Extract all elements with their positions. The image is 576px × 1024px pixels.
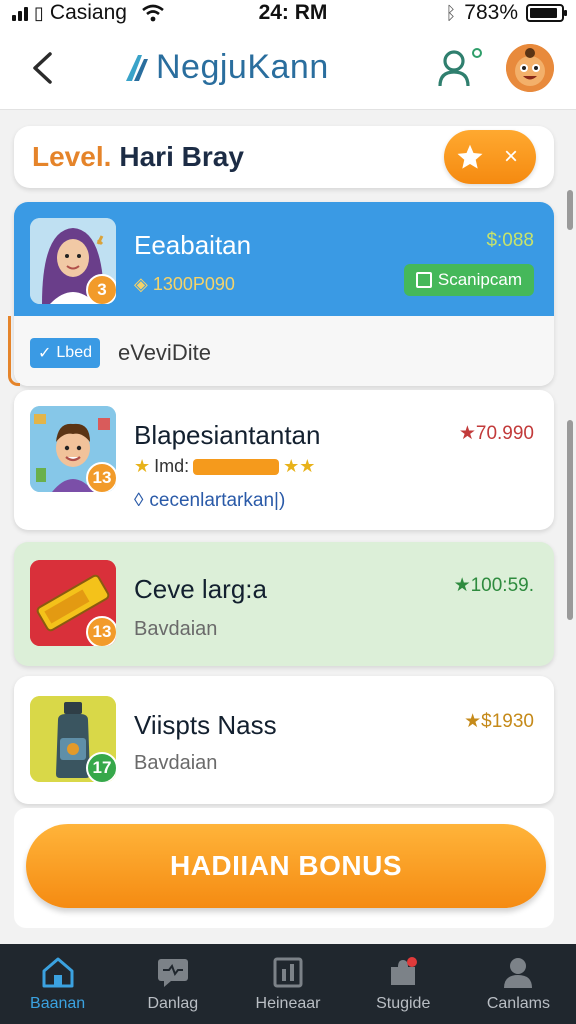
avatar-face-icon bbox=[506, 43, 554, 92]
card-subtitle: Bavdaian bbox=[134, 618, 218, 640]
app-header: NegjuKann bbox=[0, 26, 576, 110]
points-value: ◈ 1300P090 bbox=[134, 274, 235, 295]
points-text: 1300P090 bbox=[152, 274, 235, 294]
level-badge: 13 bbox=[86, 462, 116, 492]
header-actions bbox=[436, 43, 554, 92]
level-name: Hari Bray bbox=[119, 141, 244, 172]
scrollbar-thumb[interactable] bbox=[567, 420, 573, 620]
card-thumbnail: 13 bbox=[30, 406, 116, 492]
card-title: Eeabaitan bbox=[134, 230, 252, 260]
card-link[interactable]: ◊ cecenlartarkan|) bbox=[134, 490, 285, 512]
back-button[interactable] bbox=[22, 48, 62, 88]
featured-footer: ✓ Lbed eVeviDite bbox=[14, 316, 554, 386]
logo-mark-icon bbox=[126, 54, 148, 81]
reward-card-featured[interactable]: 3 Eeabaitan $:088 ◈ 1300P090 Scanipcam ✓… bbox=[14, 202, 554, 386]
chat-icon bbox=[157, 959, 188, 987]
chevron-left-icon bbox=[33, 51, 52, 84]
card-thumbnail: 17 bbox=[30, 696, 116, 782]
nav-label: Stugide bbox=[376, 995, 431, 1012]
nav-label: Canlams bbox=[486, 995, 550, 1012]
level-banner: Level. Hari Bray × bbox=[14, 126, 554, 188]
reward-card[interactable]: 17 Viispts Nass ★$1930 Bavdaian bbox=[14, 676, 554, 804]
chip-label: Lbed bbox=[56, 344, 92, 361]
star-icon: ★★ bbox=[283, 456, 316, 476]
nav-label: Danlag bbox=[147, 995, 199, 1012]
online-indicator bbox=[472, 47, 482, 58]
diamond-icon: ◊ bbox=[134, 490, 144, 511]
check-icon: ✓ bbox=[38, 345, 52, 362]
bracket-accent bbox=[8, 316, 20, 386]
scan-button[interactable]: Scanipcam bbox=[403, 264, 534, 296]
signal-icon bbox=[12, 5, 28, 21]
profile-icon bbox=[504, 958, 533, 988]
status-bar: ▯ Casiang 24: RM ᛒ 783% bbox=[0, 0, 576, 26]
card-price: ★100:59. bbox=[453, 575, 534, 596]
nav-item-report[interactable]: Heineaar bbox=[230, 944, 345, 1024]
card-price: ★70.990 bbox=[458, 423, 534, 444]
chart-icon bbox=[273, 957, 303, 988]
wifi-icon bbox=[142, 4, 164, 22]
rating-bar bbox=[193, 458, 280, 475]
puzzle-icon bbox=[391, 957, 418, 985]
scan-icon bbox=[415, 272, 432, 288]
link-text: cecenlartarkan|) bbox=[149, 490, 286, 511]
bottom-nav: Baanan Danlag Heineaar Stugide Canlams bbox=[0, 944, 576, 1024]
star-icon bbox=[457, 144, 483, 169]
card-price: $:088 bbox=[486, 230, 534, 251]
star-icon: ★ bbox=[134, 456, 151, 476]
featured-header: 3 Eeabaitan $:088 ◈ 1300P090 Scanipcam bbox=[14, 202, 554, 316]
level-badge: 13 bbox=[86, 616, 116, 646]
nav-item-home[interactable]: Baanan bbox=[0, 944, 115, 1024]
rating-label: Imd: bbox=[154, 456, 190, 476]
app-name: NegjuKann bbox=[156, 48, 329, 86]
scrollbar[interactable] bbox=[567, 190, 573, 230]
status-left: ▯ Casiang bbox=[12, 1, 212, 25]
battery-percent: 783% bbox=[464, 1, 518, 24]
user-button[interactable] bbox=[436, 47, 482, 88]
carrier-icon: ▯ bbox=[34, 2, 44, 23]
carrier-name: Casiang bbox=[49, 1, 127, 24]
card-thumbnail: 13 bbox=[30, 560, 116, 646]
bluetooth-icon: ᛒ bbox=[445, 2, 457, 23]
rating-row: ★ Imd: ★★ bbox=[134, 456, 315, 477]
coin-icon: ◈ bbox=[134, 274, 148, 294]
user-icon bbox=[438, 49, 470, 86]
level-badge: 3 bbox=[86, 274, 116, 304]
battery-icon bbox=[526, 4, 567, 22]
star-reward-pill[interactable]: × bbox=[444, 130, 536, 184]
level-label: Level. bbox=[32, 141, 112, 172]
nav-label: Heineaar bbox=[255, 995, 321, 1012]
card-title: Blapesiantantan bbox=[134, 420, 321, 450]
avatar[interactable] bbox=[506, 43, 554, 92]
bonus-button[interactable]: HADIIAN BONUS bbox=[26, 824, 546, 908]
card-title: Ceve larg:a bbox=[134, 574, 267, 604]
nav-label: Baanan bbox=[30, 995, 86, 1012]
nav-item-profile[interactable]: Canlams bbox=[461, 944, 576, 1024]
checked-chip[interactable]: ✓ Lbed bbox=[30, 338, 100, 368]
scan-label: Scanipcam bbox=[437, 270, 522, 289]
reward-card[interactable]: 13 Ceve larg:a ★100:59. Bavdaian bbox=[14, 542, 554, 666]
close-icon[interactable]: × bbox=[504, 143, 518, 171]
nav-item-guide[interactable]: Stugide bbox=[346, 944, 461, 1024]
card-thumbnail: 3 bbox=[30, 218, 116, 304]
level-badge: 17 bbox=[86, 752, 116, 782]
card-title: Viispts Nass bbox=[134, 710, 277, 740]
app-logo: NegjuKann bbox=[124, 48, 329, 87]
footer-text: eVeviDite bbox=[118, 340, 211, 365]
home-icon bbox=[42, 957, 74, 988]
status-time: 24: RM bbox=[258, 1, 328, 24]
card-price: ★$1930 bbox=[464, 711, 534, 732]
card-subtitle: Bavdaian bbox=[134, 752, 218, 774]
status-right: ᛒ 783% bbox=[364, 1, 567, 25]
reward-card[interactable]: 13 Blapesiantantan ★70.990 ★ Imd: ★★ ◊ c… bbox=[14, 390, 554, 530]
nav-item-chat[interactable]: Danlag bbox=[115, 944, 230, 1024]
